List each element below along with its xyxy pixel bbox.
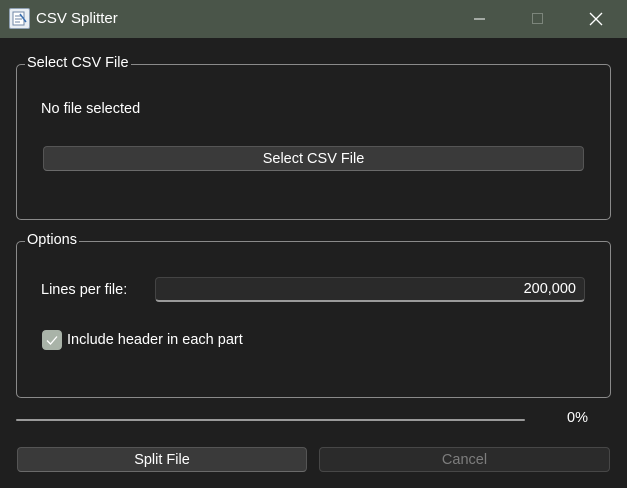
file-group-title: Select CSV File (25, 54, 131, 72)
minimize-button[interactable] (457, 0, 503, 38)
close-button[interactable] (573, 0, 619, 38)
checkmark-icon (46, 336, 58, 345)
split-file-button[interactable]: Split File (17, 447, 307, 472)
select-csv-button[interactable]: Select CSV File (43, 146, 584, 171)
title-bar[interactable]: CSV Splitter (0, 0, 627, 38)
minimize-icon (474, 18, 485, 20)
maximize-icon (532, 13, 543, 24)
options-groupbox (16, 241, 611, 398)
lines-per-file-spinbox[interactable]: 200,000 (155, 277, 585, 302)
include-header-checkbox[interactable] (42, 330, 62, 350)
cancel-button[interactable]: Cancel (319, 447, 610, 472)
app-window: CSV Splitter Select CSV File No file sel… (0, 0, 627, 488)
options-group-title: Options (25, 231, 79, 249)
file-status-label: No file selected (41, 101, 141, 117)
progress-bar (16, 419, 525, 421)
window-title: CSV Splitter (36, 10, 118, 27)
close-icon (589, 12, 603, 26)
app-icon (9, 8, 30, 29)
file-groupbox (16, 64, 611, 220)
progress-percent: 0% (567, 410, 588, 426)
maximize-button[interactable] (514, 0, 560, 38)
lines-per-file-label: Lines per file: (41, 282, 128, 298)
include-header-label[interactable]: Include header in each part (67, 331, 243, 349)
